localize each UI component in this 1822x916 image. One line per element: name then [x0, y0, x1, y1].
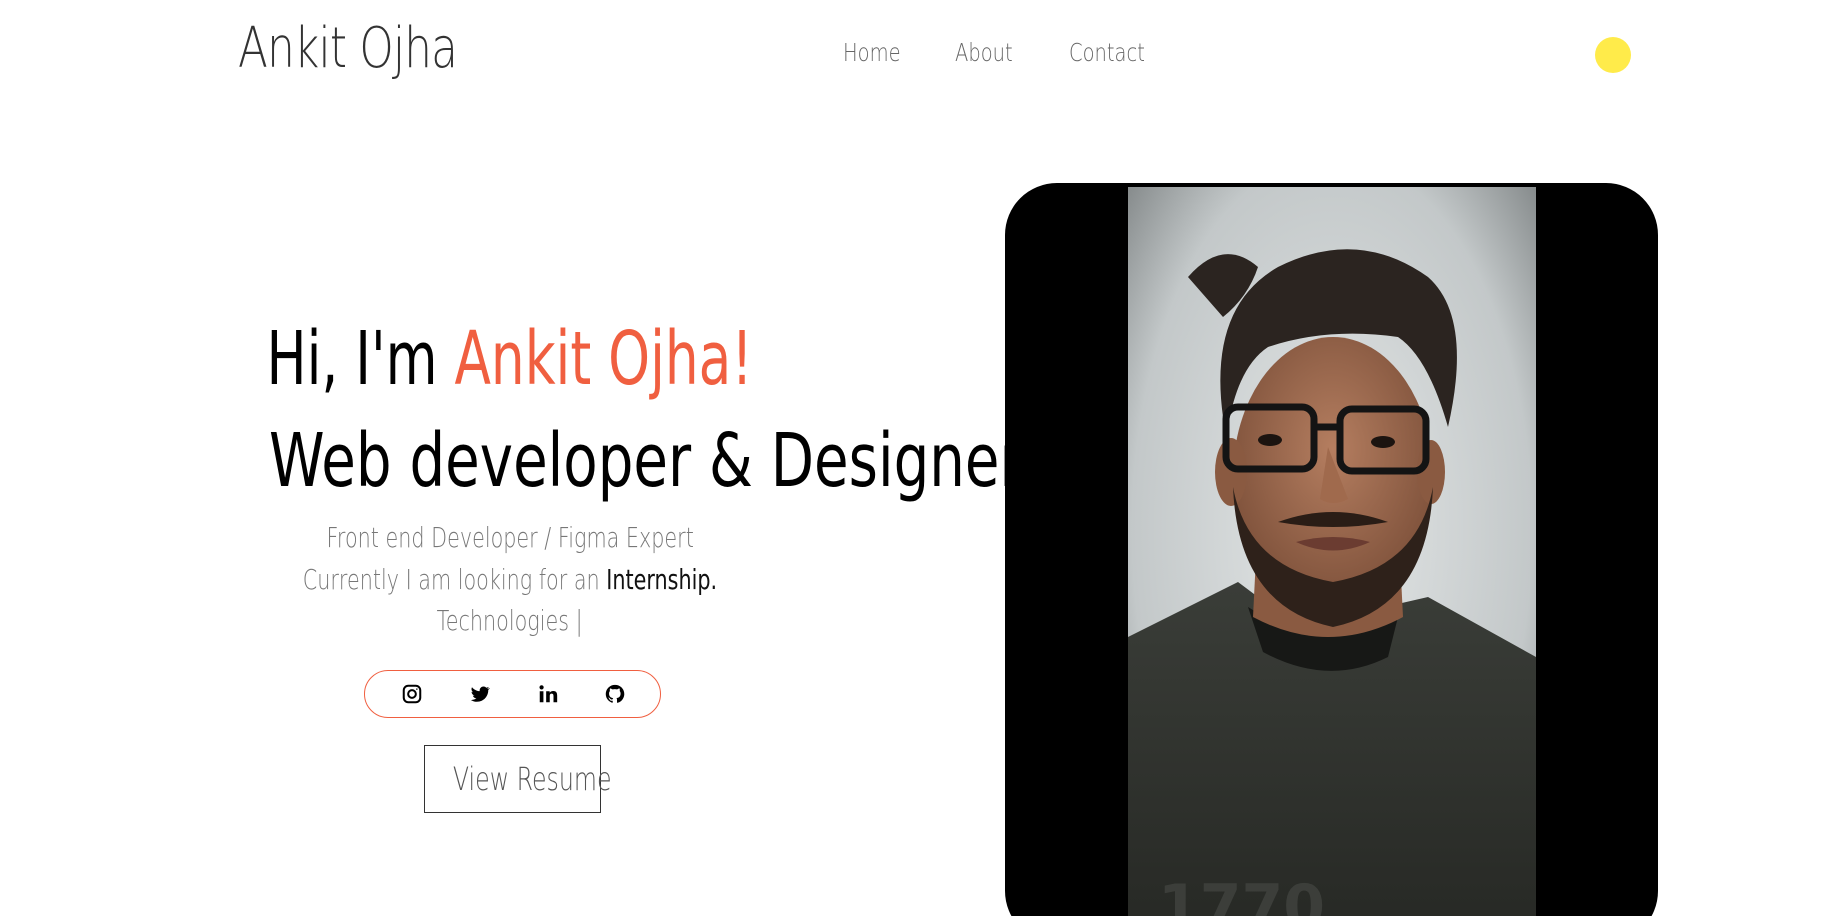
greeting-prefix: Hi, I'm	[266, 316, 455, 402]
twitter-icon[interactable]	[469, 683, 491, 705]
hero-subtitle-3: Technologies |	[150, 607, 870, 635]
greeting-name: Ankit Ojha!	[454, 316, 754, 402]
subtitle-line3-text: Technologies |	[437, 604, 583, 637]
github-icon[interactable]	[604, 683, 626, 705]
nav-about-link[interactable]: About	[955, 38, 1013, 67]
site-logo[interactable]: Ankit Ojha	[238, 16, 458, 81]
theme-toggle-button[interactable]	[1595, 37, 1631, 73]
svg-text:1770: 1770	[1158, 872, 1325, 916]
hero-role: Web developer & Designer	[150, 424, 1023, 498]
instagram-icon[interactable]	[401, 683, 423, 705]
profile-photo: 1770	[1128, 187, 1536, 916]
subtitle-line2-emphasis: Internship.	[606, 563, 718, 596]
profile-photo-frame: 1770	[1005, 183, 1658, 916]
role-text: Web developer & Designer	[268, 418, 1023, 504]
linkedin-icon[interactable]	[537, 683, 559, 705]
view-resume-button[interactable]: View Resume	[424, 745, 612, 813]
hero-subtitle-2: Currently I am looking for an Internship…	[150, 566, 870, 594]
profile-photo-illustration: 1770	[1128, 187, 1536, 916]
page: Ankit Ojha Home About Contact Hi, I'm An…	[0, 0, 1822, 916]
social-links	[364, 670, 661, 718]
nav-home-link[interactable]: Home	[843, 38, 901, 67]
hero-subtitle-1: Front end Developer / Figma Expert	[150, 524, 870, 552]
nav-contact-link[interactable]: Contact	[1069, 38, 1145, 67]
subtitle-line1-text: Front end Developer / Figma Expert	[326, 521, 694, 554]
view-resume-label: View Resume	[452, 760, 612, 798]
subtitle-line2-prefix: Currently I am looking for an	[302, 563, 607, 596]
hero-greeting: Hi, I'm Ankit Ojha!	[150, 322, 870, 396]
